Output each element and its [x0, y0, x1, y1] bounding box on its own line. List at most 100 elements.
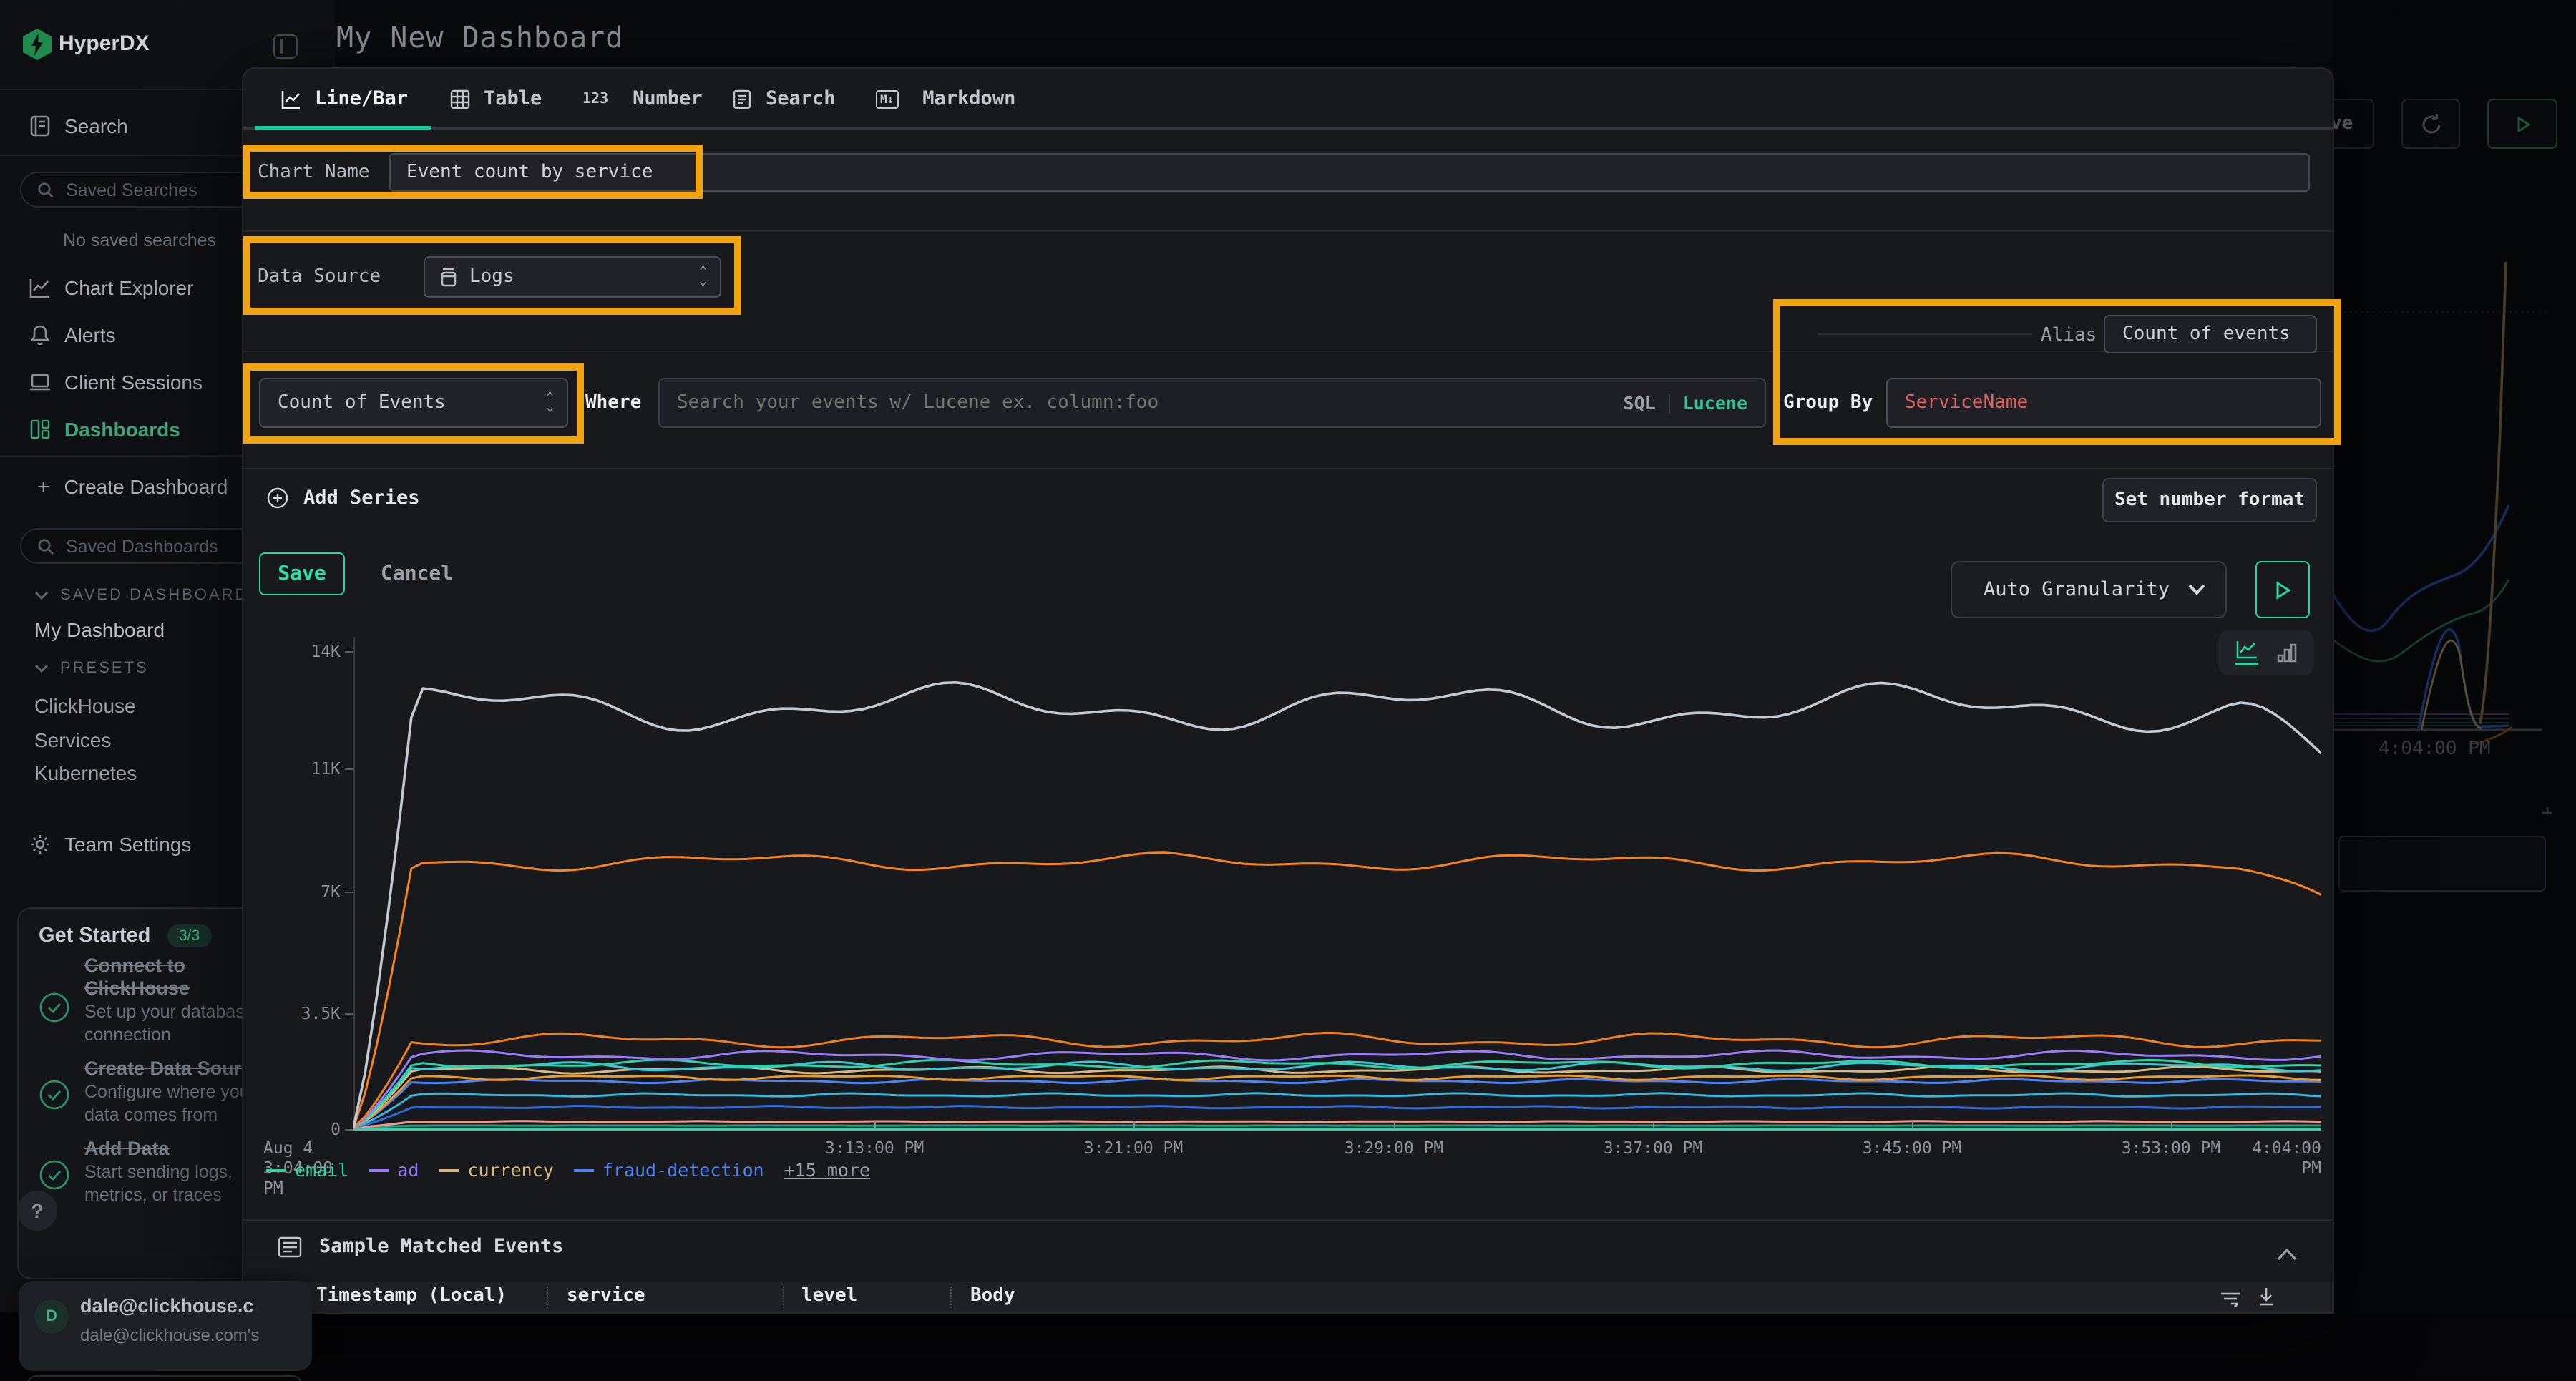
- check-circle-icon: [39, 1079, 70, 1116]
- save-button[interactable]: Save: [259, 552, 345, 595]
- saved-dashboards-section[interactable]: SAVED DASHBOARDS: [34, 587, 261, 604]
- laptop-icon: [29, 371, 52, 394]
- filter-icon[interactable]: [2220, 1287, 2241, 1314]
- avatar: D: [34, 1299, 69, 1334]
- where-input[interactable]: SQL Lucene: [658, 378, 1766, 428]
- sample-events-title: Sample Matched Events: [319, 1235, 563, 1258]
- divider: [243, 230, 2333, 232]
- y-tick: [345, 768, 353, 770]
- column-separator[interactable]: [950, 1287, 952, 1308]
- chart-legend: email ad currency fraud-detection +15 mo…: [266, 1159, 870, 1181]
- tab-markdown[interactable]: M↓ Markdown: [876, 69, 1015, 129]
- granularity-value: Auto Granularity: [1984, 578, 2170, 601]
- tab-number[interactable]: 123 Number: [582, 69, 703, 129]
- tab-label: Search: [766, 87, 836, 110]
- legend-label: fraud-detection: [602, 1159, 764, 1181]
- table-header-row: Timestamp (Local) service level Body: [243, 1282, 2333, 1312]
- column-header[interactable]: Body: [970, 1285, 1015, 1307]
- chevron-down-icon: [2188, 584, 2205, 595]
- user-profile-card[interactable]: D dale@clickhouse.c dale@clickhouse.com'…: [19, 1281, 312, 1371]
- set-number-format-button[interactable]: Set number format: [2102, 478, 2317, 522]
- highlight-box-group-by: [1773, 299, 2341, 445]
- chart-explorer-icon: [29, 276, 52, 299]
- y-tick-label: 11K: [272, 758, 341, 779]
- chart-series-unlabeled-12: [353, 1126, 2321, 1128]
- legend-swatch: [574, 1168, 594, 1171]
- sidebar-item-kubernetes[interactable]: Kubernetes: [34, 761, 137, 784]
- chart-series-unlabeled-1: [353, 853, 2321, 1128]
- add-series-button[interactable]: Add Series: [266, 478, 420, 518]
- get-started-title: Get Started: [39, 924, 150, 947]
- sidebar-item-services[interactable]: Services: [34, 728, 111, 751]
- search-journal-icon: [29, 114, 52, 137]
- column-header[interactable]: service: [567, 1285, 645, 1307]
- bottom-panel: [26, 1375, 303, 1381]
- granularity-select[interactable]: Auto Granularity: [1951, 561, 2227, 618]
- line-chart-icon: [280, 88, 302, 109]
- legend-item[interactable]: currency: [439, 1159, 553, 1181]
- legend-swatch: [369, 1168, 389, 1171]
- tab-label: Markdown: [922, 87, 1015, 110]
- x-tick: [1394, 1121, 1395, 1129]
- chevron-down-icon: [34, 661, 49, 675]
- help-button[interactable]: ?: [17, 1191, 57, 1231]
- column-separator[interactable]: [783, 1287, 784, 1308]
- tab-search[interactable]: Search: [731, 69, 836, 129]
- legend-item[interactable]: fraud-detection: [574, 1159, 764, 1181]
- x-tick: [1912, 1121, 1913, 1129]
- edit-chart-modal: Line/Bar Table 123 Number Search M↓ Mark…: [243, 69, 2333, 1312]
- chart-series-fraud-detection: [353, 1079, 2321, 1128]
- play-icon: [2274, 580, 2291, 599]
- y-tick: [345, 1013, 353, 1015]
- x-tick-label: 3:21:00 PM: [1076, 1138, 1191, 1158]
- search-icon: [37, 537, 54, 555]
- saved-dashboards-placeholder: Saved Dashboards: [66, 536, 218, 556]
- search-doc-icon: [731, 88, 753, 109]
- search-icon: [37, 181, 54, 198]
- download-icon[interactable]: [2257, 1285, 2275, 1312]
- y-tick-label: 7K: [272, 882, 341, 902]
- sidebar-item-label: Team Settings: [64, 833, 191, 856]
- legend-more-link[interactable]: +15 more: [784, 1159, 870, 1181]
- list-icon: [278, 1236, 302, 1257]
- no-saved-searches-text: No saved searches: [63, 230, 216, 250]
- legend-swatch: [266, 1168, 286, 1171]
- highlight-box-chart-name: [243, 145, 703, 199]
- save-label: Save: [278, 562, 326, 585]
- x-tick-label: 3:45:00 PM: [1855, 1138, 1969, 1158]
- sidebar-item-label: Client Sessions: [64, 371, 203, 394]
- legend-item[interactable]: email: [266, 1159, 348, 1181]
- tab-underline: [243, 127, 2333, 130]
- column-header[interactable]: Timestamp (Local): [316, 1285, 507, 1307]
- sql-toggle[interactable]: SQL: [1624, 392, 1656, 414]
- legend-item[interactable]: ad: [369, 1159, 419, 1181]
- x-tick-label: 3:29:00 PM: [1337, 1138, 1451, 1158]
- tab-line-bar[interactable]: Line/Bar: [280, 69, 408, 129]
- lucene-toggle[interactable]: Lucene: [1683, 392, 1747, 414]
- sidebar-item-label: Alerts: [64, 323, 116, 346]
- collapse-section-chevron-icon[interactable]: [2277, 1239, 2297, 1267]
- set-number-format-label: Set number format: [2114, 489, 2305, 511]
- user-email: dale@clickhouse.c: [80, 1295, 306, 1317]
- bell-icon: [29, 323, 52, 346]
- tab-table[interactable]: Table: [449, 69, 542, 129]
- page-title: My New Dashboard: [336, 20, 623, 54]
- highlight-box-aggregation: [243, 363, 584, 444]
- tab-label: Number: [633, 87, 703, 110]
- cancel-button[interactable]: Cancel: [381, 552, 453, 595]
- legend-label: ad: [397, 1159, 419, 1181]
- sidebar-collapse-icon[interactable]: [273, 34, 298, 59]
- table-icon: [449, 88, 471, 109]
- event-chart-plot[interactable]: [353, 637, 2321, 1135]
- sidebar-item-my-dashboard[interactable]: My Dashboard: [34, 618, 165, 641]
- x-tick: [874, 1121, 876, 1129]
- where-search-field[interactable]: [660, 391, 1624, 415]
- presets-section[interactable]: PRESETS: [34, 660, 149, 677]
- x-tick: [1133, 1121, 1135, 1129]
- sidebar-item-clickhouse[interactable]: ClickHouse: [34, 694, 136, 717]
- column-separator[interactable]: [547, 1287, 548, 1308]
- plus-circle-icon: [266, 487, 289, 509]
- column-header[interactable]: level: [801, 1285, 857, 1307]
- chart-run-button[interactable]: [2255, 561, 2310, 618]
- legend-label: email: [295, 1159, 348, 1181]
